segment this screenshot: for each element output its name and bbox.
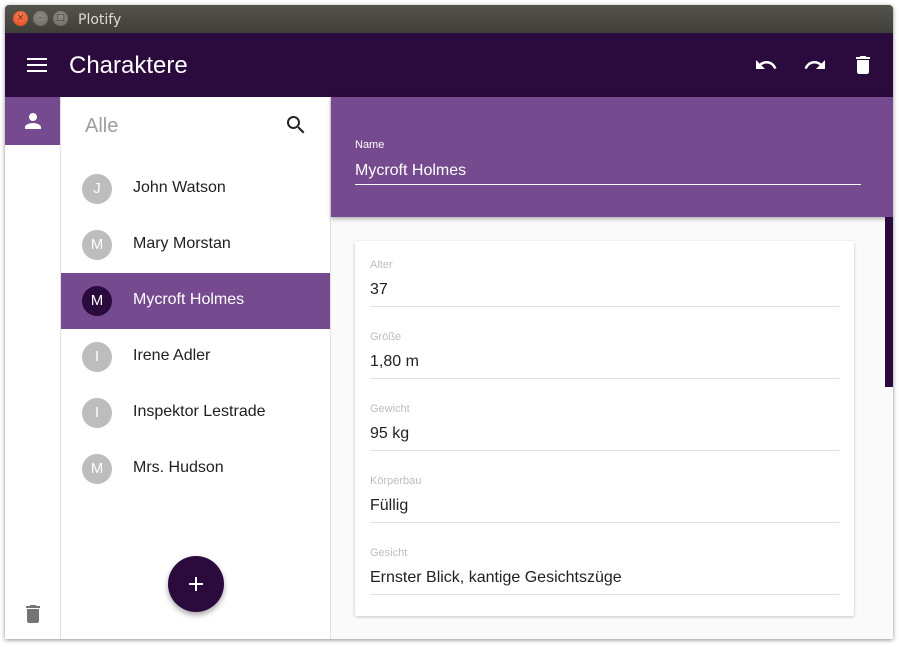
list-item-name: Mary Morstan <box>133 235 231 252</box>
field-label: Größe <box>370 331 402 343</box>
field-label: Gesicht <box>370 547 408 559</box>
field-underline <box>370 522 839 523</box>
list-item[interactable]: I Irene Adler <box>61 329 330 385</box>
character-list-panel: Alle J John Watson M Mary Morstan M Mycr… <box>61 97 331 639</box>
field-label: Alter <box>370 259 393 271</box>
list-item[interactable]: M Mary Morstan <box>61 217 330 273</box>
age-field[interactable]: Alter 37 <box>370 259 839 323</box>
detail-header: Name Mycroft Holmes <box>331 97 893 217</box>
window-maximize-button[interactable]: □ <box>53 11 68 26</box>
rail-trash-button[interactable] <box>21 602 45 626</box>
name-field[interactable]: Mycroft Holmes <box>355 162 466 180</box>
field-label: Körperbau <box>370 475 422 487</box>
build-field[interactable]: Körperbau Füllig <box>370 475 839 539</box>
list-item[interactable]: J John Watson <box>61 161 330 217</box>
redo-icon <box>804 60 825 69</box>
avatar: M <box>82 454 112 484</box>
list-item-name: Mrs. Hudson <box>133 459 224 476</box>
avatar: J <box>82 174 112 204</box>
page-title: Charaktere <box>69 52 188 79</box>
list-item-selected[interactable]: M Mycroft Holmes <box>61 273 330 329</box>
scrollbar[interactable] <box>885 217 893 387</box>
avatar: M <box>82 286 112 316</box>
field-value: 37 <box>370 281 388 298</box>
person-icon <box>25 113 41 129</box>
list-item[interactable]: M Mrs. Hudson <box>61 441 330 497</box>
undo-icon <box>756 60 777 69</box>
weight-field[interactable]: Gewicht 95 kg <box>370 403 839 467</box>
window-minimize-button[interactable]: – <box>33 11 48 26</box>
list-item[interactable]: I Inspektor Lestrade <box>61 385 330 441</box>
details-card: Alter 37 Größe 1,80 m Gewicht 95 kg Körp… <box>355 241 854 616</box>
field-value: Füllig <box>370 497 409 514</box>
window-close-button[interactable]: × <box>13 11 28 26</box>
field-value: 1,80 m <box>370 353 419 370</box>
field-value: 95 kg <box>370 425 410 442</box>
avatar: M <box>82 230 112 260</box>
field-underline <box>370 378 839 379</box>
navigation-rail <box>5 97 61 639</box>
avatar: I <box>82 398 112 428</box>
add-character-button[interactable] <box>168 556 224 612</box>
window-title: Plotify <box>78 12 122 28</box>
avatar: I <box>82 342 112 372</box>
list-item-name: Inspektor Lestrade <box>133 403 266 420</box>
menu-icon[interactable] <box>25 53 49 77</box>
character-detail: Name Mycroft Holmes Alter 37 Größe 1,80 … <box>331 97 893 639</box>
window-titlebar: × – □ Plotify <box>5 5 893 33</box>
height-field[interactable]: Größe 1,80 m <box>370 331 839 395</box>
search-icon <box>287 116 305 134</box>
app-window: × – □ Plotify Charaktere Alle J John Wat… <box>5 5 893 639</box>
delete-icon <box>26 605 40 623</box>
name-label: Name <box>355 139 385 151</box>
character-list: J John Watson M Mary Morstan M Mycroft H… <box>61 161 330 497</box>
face-field[interactable]: Gesicht Ernster Blick, kantige Gesichtsz… <box>370 547 839 611</box>
field-underline <box>370 450 839 451</box>
list-item-name: Mycroft Holmes <box>133 291 245 308</box>
rail-item-characters[interactable] <box>5 97 60 145</box>
field-underline <box>370 594 839 595</box>
redo-button[interactable] <box>803 53 827 77</box>
delete-icon <box>856 56 870 74</box>
search-button[interactable] <box>284 113 308 137</box>
undo-button[interactable] <box>754 53 778 77</box>
filter-label[interactable]: Alle <box>85 115 118 138</box>
name-underline <box>355 184 861 185</box>
list-item-name: Irene Adler <box>133 347 211 364</box>
list-item-name: John Watson <box>133 179 226 196</box>
field-label: Gewicht <box>370 403 410 415</box>
field-underline <box>370 306 839 307</box>
app-bar: Charaktere <box>5 33 893 97</box>
delete-button[interactable] <box>851 53 875 77</box>
field-value: Ernster Blick, kantige Gesichtszüge <box>370 569 622 586</box>
